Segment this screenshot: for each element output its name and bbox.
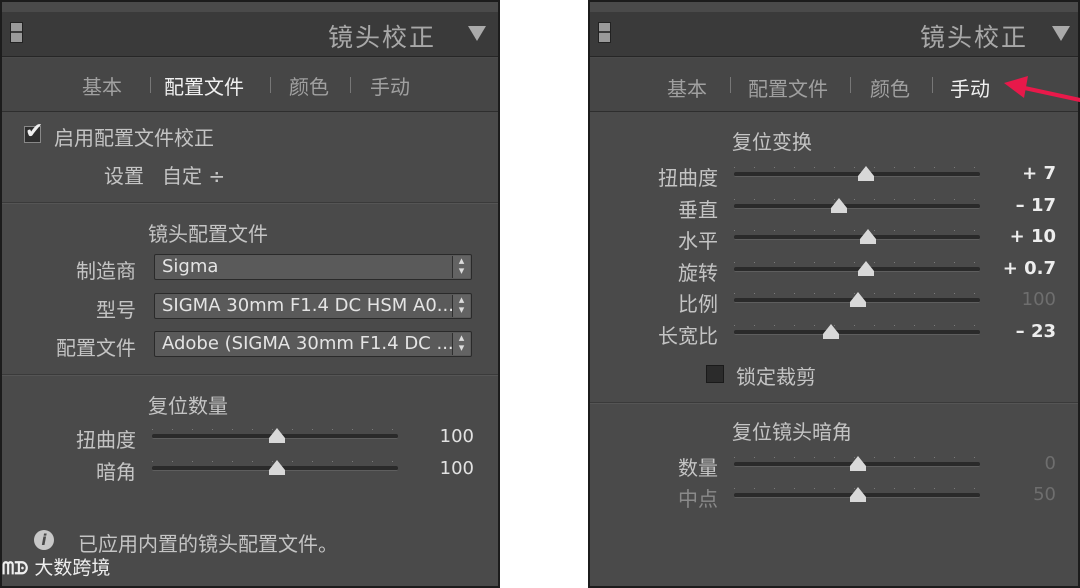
model-select[interactable]: SIGMA 30mm F1.4 DC HSM A0... ▴ ▾ [154, 293, 472, 319]
slider-ticks [734, 198, 980, 200]
slider-track[interactable] [734, 260, 980, 276]
tab-basic[interactable]: 基本 [82, 71, 122, 100]
info-icon: i [34, 530, 54, 550]
slider-track[interactable] [734, 456, 980, 471]
maker-value: Sigma [162, 256, 219, 277]
slider-value[interactable]: + 10 [996, 226, 1056, 247]
collapse-triangle-icon[interactable] [1052, 26, 1070, 41]
watermark-text: 大数跨境 [34, 557, 111, 579]
slider-label: 中点 [678, 487, 718, 511]
slider-thumb[interactable] [860, 229, 877, 245]
slider-ticks [734, 325, 980, 326]
tab-manual[interactable]: 手动 [950, 73, 990, 102]
reset-amount-title: 复位数量 [148, 394, 228, 418]
tab-manual[interactable]: 手动 [370, 71, 410, 100]
slider-label-vignette: 暗角 [96, 460, 136, 484]
slider-ticks [734, 230, 980, 232]
panel-title: 镜头校正 [327, 23, 436, 52]
slider-track[interactable] [734, 487, 980, 502]
tab-separator [850, 77, 851, 93]
slider-thumb[interactable] [857, 166, 874, 181]
model-label: 型号 [96, 298, 136, 322]
slider-label: 扭曲度 [658, 166, 718, 190]
slider-label: 水平 [678, 229, 718, 254]
tab-color[interactable]: 颜色 [870, 73, 910, 102]
tab-basic[interactable]: 基本 [667, 73, 707, 102]
model-value: SIGMA 30mm F1.4 DC HSM A0... [162, 295, 452, 316]
slider-value[interactable]: + 0.7 [996, 258, 1056, 279]
slider-track[interactable] [734, 292, 980, 308]
slider-label: 数量 [678, 456, 718, 480]
slider-thumb[interactable] [823, 324, 840, 339]
lock-crop-label: 锁定裁剪 [736, 365, 816, 389]
collapse-triangle-icon[interactable] [468, 26, 486, 41]
slider-thumb[interactable] [269, 428, 286, 443]
reset-vignette-title: 复位镜头暗角 [732, 420, 852, 444]
slider-thumb[interactable] [830, 197, 847, 213]
updown-arrows-icon: ▴ ▾ [452, 332, 470, 355]
slider-value[interactable]: 100 [996, 289, 1056, 310]
setup-dropdown[interactable]: 自定 ÷ [162, 160, 225, 189]
slider-thumb[interactable] [850, 487, 867, 502]
info-message: 已应用内置的镜头配置文件。 [78, 532, 338, 556]
slider-track[interactable] [734, 197, 980, 213]
tab-separator [730, 77, 731, 93]
updown-arrows-icon: ▴ ▾ [452, 255, 470, 278]
divider [590, 402, 1078, 404]
tab-color[interactable]: 颜色 [289, 71, 329, 100]
slider-track[interactable] [734, 166, 980, 181]
slider-distortion[interactable] [152, 428, 398, 443]
panel-header[interactable]: 镜头校正 [590, 12, 1078, 57]
solo-switch-icon[interactable] [598, 22, 611, 43]
slider-value[interactable]: 0 [996, 453, 1056, 474]
reset-transform-title: 复位变换 [732, 130, 812, 154]
slider-value-vignette[interactable]: 100 [414, 458, 474, 479]
slider-thumb[interactable] [857, 260, 874, 276]
slider-track[interactable] [734, 324, 980, 339]
slider-label-distortion: 扭曲度 [76, 428, 136, 452]
profile-label: 配置文件 [56, 336, 136, 360]
updown-arrows-icon: ▴ ▾ [452, 294, 470, 317]
panel-title: 镜头校正 [919, 23, 1028, 52]
slider-thumb[interactable] [269, 460, 286, 475]
watermark: ᗰᗬ 大数跨境 [2, 553, 110, 580]
tab-profile[interactable]: 配置文件 [164, 71, 244, 100]
slider-track[interactable] [734, 229, 980, 245]
slider-value[interactable]: – 17 [996, 195, 1056, 216]
maker-label: 制造商 [76, 259, 136, 283]
setup-label: 设置 [104, 164, 144, 188]
checkmark-icon: ✔ [25, 119, 44, 144]
slider-value-distortion[interactable]: 100 [414, 426, 474, 447]
slider-value[interactable]: – 23 [996, 321, 1056, 342]
tab-separator [932, 77, 933, 93]
tab-profile[interactable]: 配置文件 [748, 73, 828, 102]
enable-profile-label: 启用配置文件校正 [54, 126, 214, 150]
slider-label: 长宽比 [658, 324, 718, 348]
panel-header[interactable]: 镜头校正 [2, 12, 498, 57]
lock-crop-checkbox[interactable] [706, 365, 724, 383]
profile-value: Adobe (SIGMA 30mm F1.4 DC ... [162, 333, 452, 354]
divider [2, 202, 498, 204]
tab-separator [350, 77, 351, 93]
lens-correction-panel-profile: 镜头校正 基本 配置文件 颜色 手动 ✔ 启用配置文件校正 设置 自定 ÷ 镜头… [0, 0, 500, 588]
slider-vignette[interactable] [152, 460, 398, 475]
divider [2, 374, 498, 376]
slider-thumb[interactable] [850, 456, 867, 471]
slider-value[interactable]: 50 [996, 484, 1056, 505]
slider-label: 垂直 [678, 197, 718, 222]
slider-label: 比例 [678, 292, 718, 317]
pointer-arrow-icon [1004, 76, 1080, 102]
tab-bar: 基本 配置文件 颜色 手动 [2, 58, 498, 112]
slider-label: 旋转 [678, 260, 718, 285]
maker-select[interactable]: Sigma ▴ ▾ [154, 254, 472, 280]
profile-select[interactable]: Adobe (SIGMA 30mm F1.4 DC ... ▴ ▾ [154, 331, 472, 357]
enable-profile-checkbox[interactable]: ✔ [24, 119, 43, 144]
solo-switch-icon[interactable] [10, 22, 23, 43]
tab-separator [150, 77, 151, 93]
slider-thumb[interactable] [850, 292, 867, 308]
tab-separator [270, 77, 271, 93]
watermark-logo: ᗰᗬ [2, 559, 29, 579]
slider-value[interactable]: + 7 [996, 163, 1056, 184]
lens-profile-title: 镜头配置文件 [148, 222, 268, 246]
